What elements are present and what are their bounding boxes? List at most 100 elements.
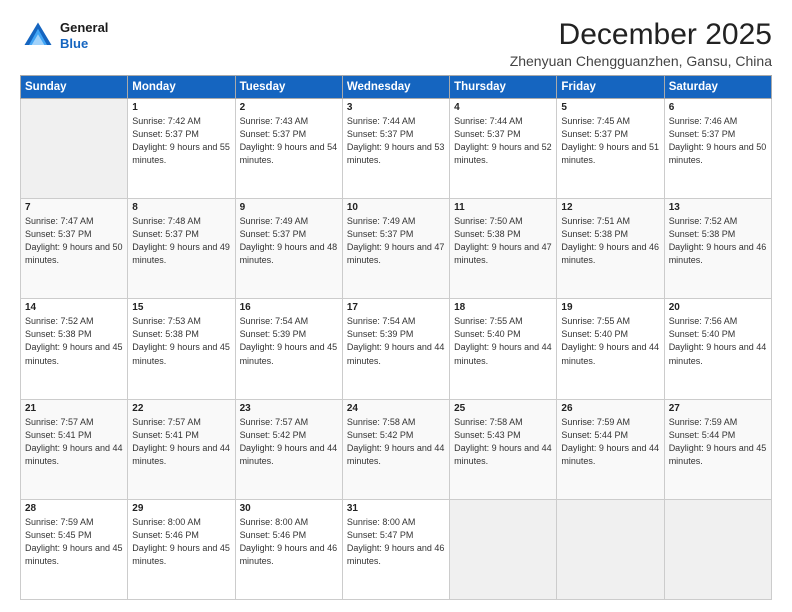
calendar-cell bbox=[664, 499, 771, 599]
cell-content: Sunrise: 8:00 AM Sunset: 5:47 PM Dayligh… bbox=[347, 516, 445, 568]
calendar-page: General Blue December 2025 Zhenyuan Chen… bbox=[0, 0, 792, 612]
day-number: 22 bbox=[132, 403, 230, 414]
location-title: Zhenyuan Chengguanzhen, Gansu, China bbox=[510, 53, 772, 69]
cell-content: Sunrise: 7:58 AM Sunset: 5:43 PM Dayligh… bbox=[454, 416, 552, 468]
day-number: 15 bbox=[132, 302, 230, 313]
calendar-cell: 31Sunrise: 8:00 AM Sunset: 5:47 PM Dayli… bbox=[342, 499, 449, 599]
logo-icon bbox=[20, 18, 56, 54]
day-number: 10 bbox=[347, 202, 445, 213]
calendar-cell: 3Sunrise: 7:44 AM Sunset: 5:37 PM Daylig… bbox=[342, 99, 449, 199]
cell-content: Sunrise: 7:44 AM Sunset: 5:37 PM Dayligh… bbox=[454, 115, 552, 167]
weekday-header-wednesday: Wednesday bbox=[342, 76, 449, 99]
day-number: 5 bbox=[561, 102, 659, 113]
calendar-cell: 4 Sunrise: 7:44 AM Sunset: 5:37 PM Daylig… bbox=[450, 99, 557, 199]
day-number: 2 bbox=[240, 102, 338, 113]
week-row-1: 7Sunrise: 7:47 AM Sunset: 5:37 PM Daylig… bbox=[21, 199, 772, 299]
cell-content: Sunrise: 7:54 AM Sunset: 5:39 PM Dayligh… bbox=[240, 315, 338, 367]
cell-content: Sunrise: 7:50 AM Sunset: 5:38 PM Dayligh… bbox=[454, 215, 552, 267]
cell-content: Sunrise: 7:55 AM Sunset: 5:40 PM Dayligh… bbox=[561, 315, 659, 367]
cell-content: Sunrise: 7:58 AM Sunset: 5:42 PM Dayligh… bbox=[347, 416, 445, 468]
day-number: 14 bbox=[25, 302, 123, 313]
calendar-cell: 11 Sunrise: 7:50 AM Sunset: 5:38 PM Dayli… bbox=[450, 199, 557, 299]
calendar-cell: 27 Sunrise: 7:59 AM Sunset: 5:44 PM Dayli… bbox=[664, 399, 771, 499]
day-number: 21 bbox=[25, 403, 123, 414]
cell-content: Sunrise: 7:54 AM Sunset: 5:39 PM Dayligh… bbox=[347, 315, 445, 367]
calendar-cell: 29 Sunrise: 8:00 AM Sunset: 5:46 PM Dayli… bbox=[128, 499, 235, 599]
calendar-cell: 13 Sunrise: 7:52 AM Sunset: 5:38 PM Dayli… bbox=[664, 199, 771, 299]
calendar-cell bbox=[450, 499, 557, 599]
day-number: 20 bbox=[669, 302, 767, 313]
cell-content: Sunrise: 7:57 AM Sunset: 5:42 PM Dayligh… bbox=[240, 416, 338, 468]
weekday-header-thursday: Thursday bbox=[450, 76, 557, 99]
cell-content: Sunrise: 7:51 AM Sunset: 5:38 PM Dayligh… bbox=[561, 215, 659, 267]
week-row-2: 14Sunrise: 7:52 AM Sunset: 5:38 PM Dayli… bbox=[21, 299, 772, 399]
week-row-3: 21 Sunrise: 7:57 AM Sunset: 5:41 PM Dayli… bbox=[21, 399, 772, 499]
calendar-cell: 10Sunrise: 7:49 AM Sunset: 5:37 PM Dayli… bbox=[342, 199, 449, 299]
cell-content: Sunrise: 7:59 AM Sunset: 5:44 PM Dayligh… bbox=[669, 416, 767, 468]
calendar-cell: 8 Sunrise: 7:48 AM Sunset: 5:37 PM Daylig… bbox=[128, 199, 235, 299]
cell-content: Sunrise: 8:00 AM Sunset: 5:46 PM Dayligh… bbox=[240, 516, 338, 568]
calendar-cell: 26 Sunrise: 7:59 AM Sunset: 5:44 PM Dayli… bbox=[557, 399, 664, 499]
day-number: 4 bbox=[454, 102, 552, 113]
day-number: 26 bbox=[561, 403, 659, 414]
calendar-table: SundayMondayTuesdayWednesdayThursdayFrid… bbox=[20, 75, 772, 600]
cell-content: Sunrise: 8:00 AM Sunset: 5:46 PM Dayligh… bbox=[132, 516, 230, 568]
calendar-cell: 17 Sunrise: 7:54 AM Sunset: 5:39 PM Dayli… bbox=[342, 299, 449, 399]
day-number: 28 bbox=[25, 503, 123, 514]
calendar-cell bbox=[21, 99, 128, 199]
weekday-header-monday: Monday bbox=[128, 76, 235, 99]
day-number: 8 bbox=[132, 202, 230, 213]
cell-content: Sunrise: 7:57 AM Sunset: 5:41 PM Dayligh… bbox=[25, 416, 123, 468]
calendar-cell: 7Sunrise: 7:47 AM Sunset: 5:37 PM Daylig… bbox=[21, 199, 128, 299]
day-number: 6 bbox=[669, 102, 767, 113]
calendar-cell: 2Sunrise: 7:43 AM Sunset: 5:37 PM Daylig… bbox=[235, 99, 342, 199]
logo-text: General Blue bbox=[60, 20, 108, 51]
calendar-cell: 21 Sunrise: 7:57 AM Sunset: 5:41 PM Dayli… bbox=[21, 399, 128, 499]
day-number: 17 bbox=[347, 302, 445, 313]
day-number: 27 bbox=[669, 403, 767, 414]
cell-content: Sunrise: 7:45 AM Sunset: 5:37 PM Dayligh… bbox=[561, 115, 659, 167]
calendar-cell: 14Sunrise: 7:52 AM Sunset: 5:38 PM Dayli… bbox=[21, 299, 128, 399]
cell-content: Sunrise: 7:42 AM Sunset: 5:37 PM Dayligh… bbox=[132, 115, 230, 167]
calendar-cell: 19 Sunrise: 7:55 AM Sunset: 5:40 PM Dayli… bbox=[557, 299, 664, 399]
calendar-cell: 6Sunrise: 7:46 AM Sunset: 5:37 PM Daylig… bbox=[664, 99, 771, 199]
header: General Blue December 2025 Zhenyuan Chen… bbox=[20, 18, 772, 69]
logo-line1: General bbox=[60, 20, 108, 36]
day-number: 16 bbox=[240, 302, 338, 313]
calendar-cell: 22 Sunrise: 7:57 AM Sunset: 5:41 PM Dayli… bbox=[128, 399, 235, 499]
calendar-cell: 12 Sunrise: 7:51 AM Sunset: 5:38 PM Dayli… bbox=[557, 199, 664, 299]
cell-content: Sunrise: 7:57 AM Sunset: 5:41 PM Dayligh… bbox=[132, 416, 230, 468]
day-number: 24 bbox=[347, 403, 445, 414]
calendar-cell bbox=[557, 499, 664, 599]
calendar-cell: 18Sunrise: 7:55 AM Sunset: 5:40 PM Dayli… bbox=[450, 299, 557, 399]
calendar-cell: 23 Sunrise: 7:57 AM Sunset: 5:42 PM Dayli… bbox=[235, 399, 342, 499]
weekday-header-tuesday: Tuesday bbox=[235, 76, 342, 99]
cell-content: Sunrise: 7:56 AM Sunset: 5:40 PM Dayligh… bbox=[669, 315, 767, 367]
weekday-header-row: SundayMondayTuesdayWednesdayThursdayFrid… bbox=[21, 76, 772, 99]
calendar-cell: 30Sunrise: 8:00 AM Sunset: 5:46 PM Dayli… bbox=[235, 499, 342, 599]
title-block: December 2025 Zhenyuan Chengguanzhen, Ga… bbox=[510, 18, 772, 69]
month-title: December 2025 bbox=[510, 18, 772, 51]
cell-content: Sunrise: 7:59 AM Sunset: 5:44 PM Dayligh… bbox=[561, 416, 659, 468]
day-number: 13 bbox=[669, 202, 767, 213]
day-number: 11 bbox=[454, 202, 552, 213]
cell-content: Sunrise: 7:44 AM Sunset: 5:37 PM Dayligh… bbox=[347, 115, 445, 167]
day-number: 23 bbox=[240, 403, 338, 414]
cell-content: Sunrise: 7:52 AM Sunset: 5:38 PM Dayligh… bbox=[669, 215, 767, 267]
calendar-cell: 5 Sunrise: 7:45 AM Sunset: 5:37 PM Daylig… bbox=[557, 99, 664, 199]
cell-content: Sunrise: 7:47 AM Sunset: 5:37 PM Dayligh… bbox=[25, 215, 123, 267]
calendar-cell: 20 Sunrise: 7:56 AM Sunset: 5:40 PM Dayli… bbox=[664, 299, 771, 399]
logo-line2: Blue bbox=[60, 36, 108, 52]
day-number: 9 bbox=[240, 202, 338, 213]
day-number: 29 bbox=[132, 503, 230, 514]
day-number: 12 bbox=[561, 202, 659, 213]
cell-content: Sunrise: 7:53 AM Sunset: 5:38 PM Dayligh… bbox=[132, 315, 230, 367]
weekday-header-sunday: Sunday bbox=[21, 76, 128, 99]
day-number: 25 bbox=[454, 403, 552, 414]
cell-content: Sunrise: 7:49 AM Sunset: 5:37 PM Dayligh… bbox=[240, 215, 338, 267]
day-number: 19 bbox=[561, 302, 659, 313]
weekday-header-saturday: Saturday bbox=[664, 76, 771, 99]
calendar-cell: 9 Sunrise: 7:49 AM Sunset: 5:37 PM Daylig… bbox=[235, 199, 342, 299]
cell-content: Sunrise: 7:48 AM Sunset: 5:37 PM Dayligh… bbox=[132, 215, 230, 267]
week-row-4: 28Sunrise: 7:59 AM Sunset: 5:45 PM Dayli… bbox=[21, 499, 772, 599]
